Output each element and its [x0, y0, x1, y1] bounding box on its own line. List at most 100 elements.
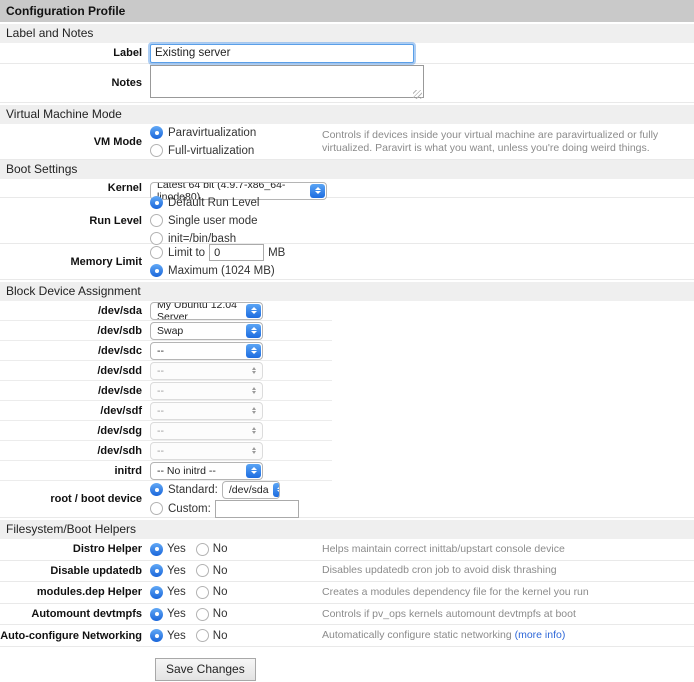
helper-label: Automount devtmpfs — [0, 608, 150, 620]
radio-selected-icon[interactable] — [150, 543, 163, 556]
device-sdc-select[interactable]: -- — [150, 342, 263, 360]
page-title: Configuration Profile — [0, 0, 694, 22]
vm-mode-option-label: Paravirtualization — [168, 127, 256, 139]
radio-unselected-icon[interactable] — [196, 629, 209, 642]
section-label-and-notes: Label and Notes — [0, 24, 694, 43]
radio-selected-icon[interactable] — [150, 608, 163, 621]
select-stepper-icon — [246, 384, 261, 398]
block-device-row-sdd: /dev/sdd -- — [0, 361, 332, 381]
section-block-device-assignment: Block Device Assignment — [0, 282, 694, 301]
root-device-option-custom[interactable]: Custom: — [150, 500, 694, 517]
helper-row-automount-devtmpfs: Automount devtmpfs Yes No Controls if pv… — [0, 604, 694, 626]
memory-limit-option-maximum[interactable]: Maximum (1024 MB) — [150, 262, 694, 279]
select-stepper-icon — [246, 344, 261, 358]
run-level-label: Run Level — [0, 215, 150, 227]
device-label: /dev/sdc — [0, 345, 150, 357]
select-stepper-icon — [273, 483, 280, 497]
device-label: /dev/sdg — [0, 425, 150, 437]
radio-selected-icon[interactable] — [150, 629, 163, 642]
device-select-value: -- — [157, 405, 164, 417]
select-stepper-icon — [246, 304, 261, 318]
device-sde-select: -- — [150, 382, 263, 400]
device-label: /dev/sda — [0, 305, 150, 317]
radio-selected-icon[interactable] — [150, 196, 163, 209]
radio-selected-icon[interactable] — [150, 126, 163, 139]
initrd-label: initrd — [0, 465, 150, 477]
radio-unselected-icon[interactable] — [196, 564, 209, 577]
device-sdg-select: -- — [150, 422, 263, 440]
helper-help-text-part: Automatically configure static networkin… — [322, 629, 512, 641]
block-device-row-sdg: /dev/sdg -- — [0, 421, 332, 441]
helper-help-text: Automatically configure static networkin… — [322, 629, 694, 642]
notes-textarea[interactable] — [150, 65, 424, 98]
vm-mode-label: VM Mode — [0, 136, 150, 148]
select-stepper-icon — [246, 364, 261, 378]
radio-unselected-icon[interactable] — [150, 144, 163, 157]
yes-label: Yes — [167, 565, 186, 577]
yes-label: Yes — [167, 586, 186, 598]
device-label: /dev/sde — [0, 385, 150, 397]
vm-mode-option-paravirtualization[interactable]: Paravirtualization — [150, 124, 322, 141]
section-filesystem-boot-helpers: Filesystem/Boot Helpers — [0, 520, 694, 539]
device-select-value: -- — [157, 385, 164, 397]
device-label: /dev/sdd — [0, 365, 150, 377]
device-select-value: -- — [157, 365, 164, 377]
block-device-row-sde: /dev/sde -- — [0, 381, 332, 401]
save-changes-button[interactable]: Save Changes — [155, 658, 256, 681]
select-stepper-icon — [246, 404, 261, 418]
helper-label: Disable updatedb — [0, 565, 150, 577]
notes-row: Notes — [0, 64, 694, 103]
helper-help-text: Creates a modules dependency file for th… — [322, 586, 694, 599]
custom-device-input[interactable] — [215, 500, 299, 518]
radio-unselected-icon[interactable] — [150, 502, 163, 515]
memory-limit-option-label: Limit to — [168, 247, 205, 259]
device-sdf-select: -- — [150, 402, 263, 420]
vm-mode-row: VM Mode Paravirtualization Full-virtuali… — [0, 124, 694, 160]
kernel-label: Kernel — [0, 182, 150, 194]
radio-unselected-icon[interactable] — [150, 214, 163, 227]
device-sda-select[interactable]: My Ubuntu 12.04 Server — [150, 302, 263, 320]
helper-row-modules-dep: modules.dep Helper Yes No Creates a modu… — [0, 582, 694, 604]
custom-option-label: Custom: — [168, 503, 211, 515]
configuration-profile-page: Configuration Profile Label and Notes La… — [0, 0, 694, 681]
device-sdb-select[interactable]: Swap — [150, 322, 263, 340]
notes-field-label: Notes — [0, 77, 150, 89]
radio-selected-icon[interactable] — [150, 264, 163, 277]
run-level-row: Run Level Default Run Level Single user … — [0, 198, 694, 244]
run-level-option-single-user[interactable]: Single user mode — [150, 212, 694, 229]
standard-device-select[interactable]: /dev/sda — [222, 481, 280, 499]
device-label: /dev/sdb — [0, 325, 150, 337]
memory-limit-input[interactable] — [209, 244, 264, 261]
device-select-value: -- — [157, 425, 164, 437]
radio-unselected-icon[interactable] — [150, 246, 163, 259]
memory-limit-label: Memory Limit — [0, 256, 150, 268]
no-label: No — [213, 630, 228, 642]
root-boot-device-label: root / boot device — [0, 493, 150, 505]
helper-row-distro-helper: Distro Helper Yes No Helps maintain corr… — [0, 539, 694, 561]
radio-unselected-icon[interactable] — [196, 543, 209, 556]
radio-unselected-icon[interactable] — [150, 232, 163, 245]
initrd-row: initrd -- No initrd -- — [0, 461, 332, 481]
label-row: Label — [0, 43, 694, 64]
device-select-value: -- — [157, 345, 164, 357]
helper-help-text: Disables updatedb cron job to avoid disk… — [322, 564, 694, 577]
radio-unselected-icon[interactable] — [196, 608, 209, 621]
memory-limit-option-limit-to[interactable]: Limit to MB — [150, 244, 694, 261]
memory-limit-unit: MB — [268, 247, 285, 259]
memory-limit-option-label: Maximum (1024 MB) — [168, 265, 275, 277]
label-input[interactable] — [150, 44, 414, 63]
radio-selected-icon[interactable] — [150, 586, 163, 599]
run-level-option-default[interactable]: Default Run Level — [150, 194, 694, 211]
initrd-select-value: -- No initrd -- — [157, 465, 216, 477]
initrd-select[interactable]: -- No initrd -- — [150, 462, 263, 480]
more-info-link[interactable]: (more info) — [515, 629, 566, 641]
helper-row-disable-updatedb: Disable updatedb Yes No Disables updated… — [0, 561, 694, 583]
helper-label: Distro Helper — [0, 543, 150, 555]
root-device-option-standard[interactable]: Standard: /dev/sda — [150, 481, 694, 498]
vm-mode-option-full-virtualization[interactable]: Full-virtualization — [150, 142, 322, 159]
radio-selected-icon[interactable] — [150, 564, 163, 577]
helper-row-auto-configure-networking: Auto-configure Networking Yes No Automat… — [0, 625, 694, 647]
radio-selected-icon[interactable] — [150, 483, 163, 496]
radio-unselected-icon[interactable] — [196, 586, 209, 599]
memory-limit-row: Memory Limit Limit to MB Maximum (1024 M… — [0, 244, 694, 280]
